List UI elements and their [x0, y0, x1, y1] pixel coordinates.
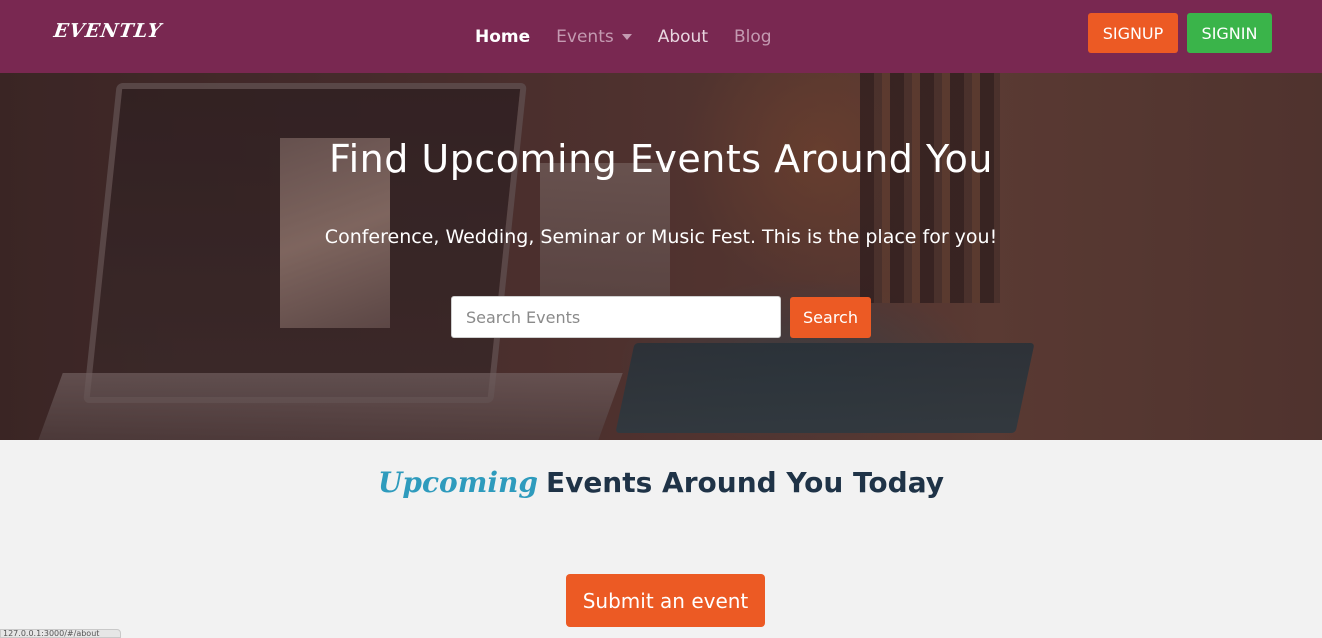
upcoming-title-accent: Upcoming — [378, 466, 538, 499]
submit-event-button[interactable]: Submit an event — [566, 574, 765, 627]
signup-button[interactable]: SIGNUP — [1088, 13, 1178, 53]
upcoming-section-title: Upcoming Events Around You Today — [0, 466, 1322, 499]
hero-banner: Find Upcoming Events Around You Conferen… — [0, 73, 1322, 440]
nav-home-link[interactable]: Home — [475, 27, 530, 47]
main-nav: Home Events About Blog — [475, 0, 798, 73]
nav-about-link[interactable]: About — [658, 27, 708, 47]
search-button[interactable]: Search — [790, 297, 871, 338]
top-navbar: EVENTLY Home Events About Blog SIGNUP SI… — [0, 0, 1322, 73]
upcoming-title-rest: Events Around You Today — [545, 466, 944, 499]
browser-status-url: 127.0.0.1:3000/#/about — [0, 629, 121, 638]
hero-subtitle: Conference, Wedding, Seminar or Music Fe… — [324, 226, 998, 248]
nav-blog-link[interactable]: Blog — [734, 27, 772, 47]
brand-logo[interactable]: EVENTLY — [52, 20, 163, 42]
hero-overlay — [0, 73, 1322, 440]
caret-down-icon — [621, 33, 632, 40]
nav-events-dropdown[interactable]: Events — [556, 27, 632, 47]
hero-title: Find Upcoming Events Around You — [328, 137, 993, 181]
signin-button[interactable]: SIGNIN — [1187, 13, 1272, 53]
nav-events-label: Events — [556, 26, 614, 47]
search-events-input[interactable] — [451, 296, 781, 338]
